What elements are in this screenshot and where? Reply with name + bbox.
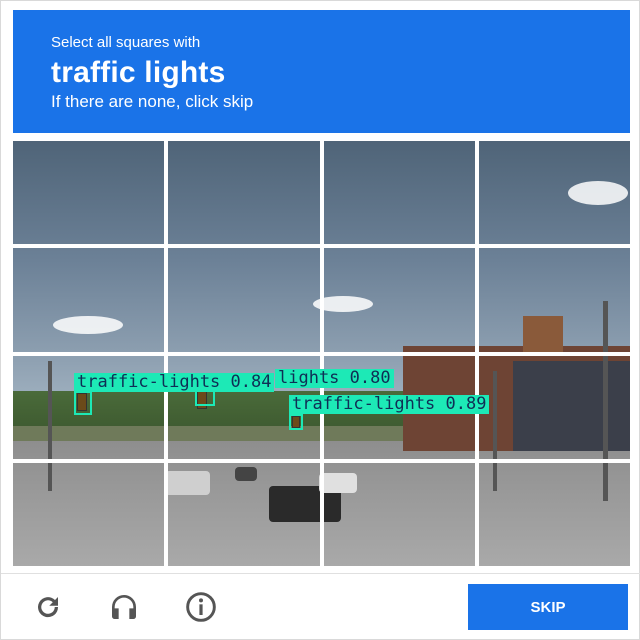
scene-element xyxy=(403,346,475,352)
instruction-subtitle: Select all squares with xyxy=(51,34,201,51)
scene-element xyxy=(568,181,628,205)
detection-label: traffic-lights 0.84 xyxy=(74,373,275,392)
detection-box xyxy=(195,389,215,406)
scene-element xyxy=(493,462,497,491)
image-grid xyxy=(13,141,630,566)
captcha-frame: Select all squares with traffic lights I… xyxy=(0,0,640,640)
grid-tile[interactable] xyxy=(478,141,630,245)
grid-tile[interactable] xyxy=(478,462,630,566)
skip-button[interactable]: SKIP xyxy=(468,584,628,630)
scene-element xyxy=(603,355,608,459)
instruction-target: traffic lights xyxy=(51,56,226,89)
tile-image xyxy=(323,141,475,245)
detection-label: traffic-lights 0.89 xyxy=(289,395,490,414)
scene-element xyxy=(513,361,630,451)
scene-element xyxy=(323,473,357,493)
reload-icon[interactable] xyxy=(31,590,65,624)
scene-element xyxy=(603,301,608,352)
scene-element xyxy=(493,371,497,459)
tile-image xyxy=(478,462,630,566)
grid-tile[interactable] xyxy=(168,248,320,352)
grid-tile[interactable] xyxy=(168,462,320,566)
scene-element xyxy=(603,462,608,501)
scene-element xyxy=(313,296,320,312)
grid-tile[interactable] xyxy=(168,141,320,245)
detection-box xyxy=(74,391,92,415)
tile-image xyxy=(323,462,475,566)
tile-image xyxy=(168,141,320,245)
scene-element xyxy=(48,462,52,491)
instruction-header: Select all squares with traffic lights I… xyxy=(13,10,630,133)
tile-image xyxy=(478,141,630,245)
tile-image xyxy=(168,462,320,566)
tile-image xyxy=(478,248,630,352)
grid-tile[interactable] xyxy=(323,462,475,566)
grid-tile[interactable] xyxy=(13,248,165,352)
instruction-hint: If there are none, click skip xyxy=(51,92,254,111)
tile-image xyxy=(478,355,630,459)
scene-element xyxy=(48,361,52,459)
info-icon[interactable] xyxy=(184,590,218,624)
grid-tile[interactable] xyxy=(323,248,475,352)
tile-image xyxy=(13,248,165,352)
tile-image xyxy=(323,248,475,352)
tile-image xyxy=(13,141,165,245)
grid-tile[interactable] xyxy=(478,248,630,352)
scene-element xyxy=(523,355,563,356)
scene-element xyxy=(323,296,373,312)
scene-element xyxy=(269,486,320,522)
scene-element xyxy=(523,316,563,352)
grid-tile[interactable] xyxy=(13,141,165,245)
grid-tile[interactable] xyxy=(13,462,165,566)
scene-element xyxy=(168,471,210,495)
headphones-icon[interactable] xyxy=(107,590,141,624)
tile-image xyxy=(168,248,320,352)
tile-image xyxy=(13,462,165,566)
detection-box xyxy=(289,414,303,430)
detection-label: lights 0.80 xyxy=(275,369,394,388)
scene-element xyxy=(319,473,320,493)
captcha-footer: SKIP xyxy=(1,573,640,640)
scene-element xyxy=(53,316,123,334)
scene-element xyxy=(235,467,257,481)
grid-tile[interactable] xyxy=(478,355,630,459)
grid-tile[interactable] xyxy=(323,141,475,245)
